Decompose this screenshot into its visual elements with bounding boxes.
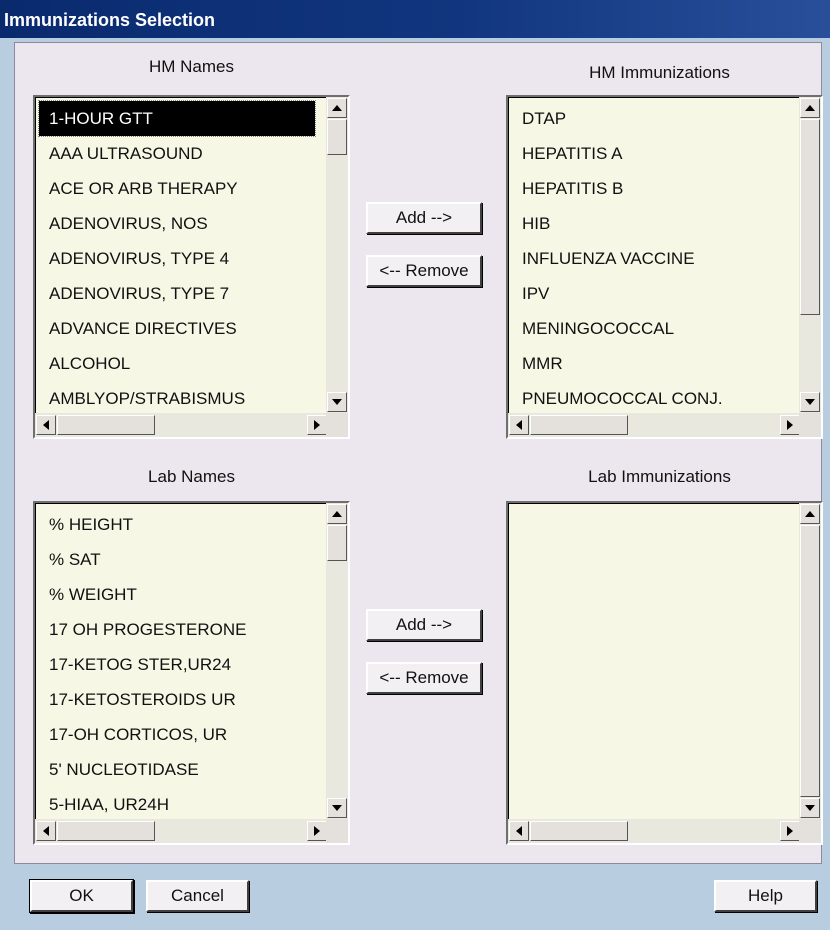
list-item[interactable]: IPV <box>512 276 788 311</box>
hm-immunizations-vertical-scrollbar[interactable] <box>799 97 821 413</box>
hm-names-listbox[interactable]: 1-HOUR GTT AAA ULTRASOUND ACE OR ARB THERA… <box>33 95 350 439</box>
scroll-up-icon[interactable] <box>800 504 820 524</box>
list-item[interactable]: 5-HIAA, UR24H <box>39 787 315 822</box>
scroll-left-icon[interactable] <box>36 415 56 435</box>
list-item[interactable]: AAA ULTRASOUND <box>39 136 315 171</box>
hm-add-button[interactable]: Add --> <box>366 202 482 234</box>
scroll-thumb[interactable] <box>800 525 820 797</box>
scroll-left-icon[interactable] <box>509 821 529 841</box>
list-item[interactable]: MMR <box>512 346 788 381</box>
list-item[interactable]: 1-HOUR GTT <box>38 100 316 137</box>
lab-names-label: Lab Names <box>148 467 235 486</box>
list-item[interactable]: 17 OH PROGESTERONE <box>39 612 315 647</box>
scroll-down-icon[interactable] <box>327 798 347 818</box>
scroll-left-icon[interactable] <box>36 821 56 841</box>
lab-immunizations-horizontal-scrollbar[interactable] <box>508 819 801 843</box>
list-item[interactable]: ADENOVIRUS, TYPE 7 <box>39 276 315 311</box>
scroll-down-icon[interactable] <box>800 798 820 818</box>
scroll-up-icon[interactable] <box>327 504 347 524</box>
lab-add-button[interactable]: Add --> <box>366 609 482 641</box>
lab-remove-button[interactable]: <-- Remove <box>366 662 482 694</box>
list-item[interactable]: HEPATITIS B <box>512 171 788 206</box>
lab-names-listbox[interactable]: % HEIGHT% SAT% WEIGHT 17 OH PROGESTERONE 1… <box>33 501 350 845</box>
hm-remove-button[interactable]: <-- Remove <box>366 255 482 287</box>
list-item[interactable]: ADVANCE DIRECTIVES <box>39 311 315 346</box>
scroll-thumb[interactable] <box>57 415 155 435</box>
list-item[interactable]: HEPATITIS A <box>512 136 788 171</box>
hm-names-vertical-scrollbar[interactable] <box>326 97 348 413</box>
scroll-down-icon[interactable] <box>800 392 820 412</box>
scroll-left-icon[interactable] <box>509 415 529 435</box>
scroll-thumb[interactable] <box>530 821 628 841</box>
list-item[interactable]: 17-KETOG STER,UR24 <box>39 647 315 682</box>
list-item[interactable]: ACE OR ARB THERAPY <box>39 171 315 206</box>
lab-names-vertical-scrollbar[interactable] <box>326 503 348 819</box>
lab-immunizations-vertical-scrollbar[interactable] <box>799 503 821 819</box>
list-item[interactable]: HIB <box>512 206 788 241</box>
list-item[interactable]: 17-KETOSTEROIDS UR <box>39 682 315 717</box>
list-item[interactable]: % HEIGHT <box>39 507 315 542</box>
list-item[interactable]: PNEUMOCOCCAL CONJ. <box>512 381 788 416</box>
list-item[interactable]: 17-OH CORTICOS, UR <box>39 717 315 752</box>
scroll-thumb[interactable] <box>57 821 155 841</box>
list-item[interactable]: INFLUENZA VACCINE <box>512 241 788 276</box>
list-item[interactable]: % WEIGHT <box>39 577 315 612</box>
scroll-thumb[interactable] <box>327 525 347 561</box>
lab-immunizations-listbox[interactable] <box>506 501 823 845</box>
lab-names-items: % HEIGHT% SAT% WEIGHT 17 OH PROGESTERONE 1… <box>39 507 315 822</box>
lab-immunizations-label: Lab Immunizations <box>588 467 731 486</box>
scroll-down-icon[interactable] <box>327 392 347 412</box>
list-item[interactable]: ADENOVIRUS, NOS <box>39 206 315 241</box>
list-item[interactable]: 5' NUCLEOTIDASE <box>39 752 315 787</box>
scrollbar-corner <box>799 413 821 437</box>
list-item[interactable]: MENINGOCOCCAL <box>512 311 788 346</box>
scroll-thumb[interactable] <box>530 415 628 435</box>
hm-immunizations-horizontal-scrollbar[interactable] <box>508 413 801 437</box>
hm-names-items: 1-HOUR GTT AAA ULTRASOUND ACE OR ARB THERA… <box>38 100 316 416</box>
list-item[interactable]: DTAP <box>512 101 788 136</box>
scroll-up-icon[interactable] <box>800 98 820 118</box>
scroll-thumb[interactable] <box>800 119 820 315</box>
scroll-right-icon[interactable] <box>780 821 800 841</box>
hm-immunizations-listbox[interactable]: DTAP HEPATITIS A HEPATITIS B HIB INFLUENZA V… <box>506 95 823 439</box>
list-item[interactable]: ALCOHOL <box>39 346 315 381</box>
lab-names-horizontal-scrollbar[interactable] <box>35 819 328 843</box>
hm-immunizations-items: DTAP HEPATITIS A HEPATITIS B HIB INFLUENZA V… <box>512 101 788 416</box>
window-title[interactable]: Immunizations Selection <box>0 0 830 38</box>
scroll-thumb[interactable] <box>327 119 347 155</box>
scrollbar-corner <box>799 819 821 843</box>
hm-names-label: HM Names <box>148 57 234 76</box>
help-button[interactable]: Help <box>714 880 817 912</box>
scroll-right-icon[interactable] <box>307 415 327 435</box>
hm-names-horizontal-scrollbar[interactable] <box>35 413 328 437</box>
list-item[interactable]: % SAT <box>39 542 315 577</box>
scroll-right-icon[interactable] <box>780 415 800 435</box>
scrollbar-corner <box>326 413 348 437</box>
ok-button[interactable]: OK <box>30 880 133 912</box>
dialog-body: HM Names 1-HOUR GTT AAA ULTRASOUND ACE OR … <box>14 42 823 864</box>
scroll-up-icon[interactable] <box>327 98 347 118</box>
list-item[interactable]: AMBLYOP/STRABISMUS <box>39 381 315 416</box>
hm-immunizations-label: HM Immunizations <box>589 63 730 82</box>
cancel-button[interactable]: Cancel <box>146 880 249 912</box>
list-item[interactable]: ADENOVIRUS, TYPE 4 <box>39 241 315 276</box>
immunizations-dialog: Immunizations Selection HM Names 1-HOUR … <box>0 0 830 930</box>
scrollbar-corner <box>326 819 348 843</box>
scroll-right-icon[interactable] <box>307 821 327 841</box>
